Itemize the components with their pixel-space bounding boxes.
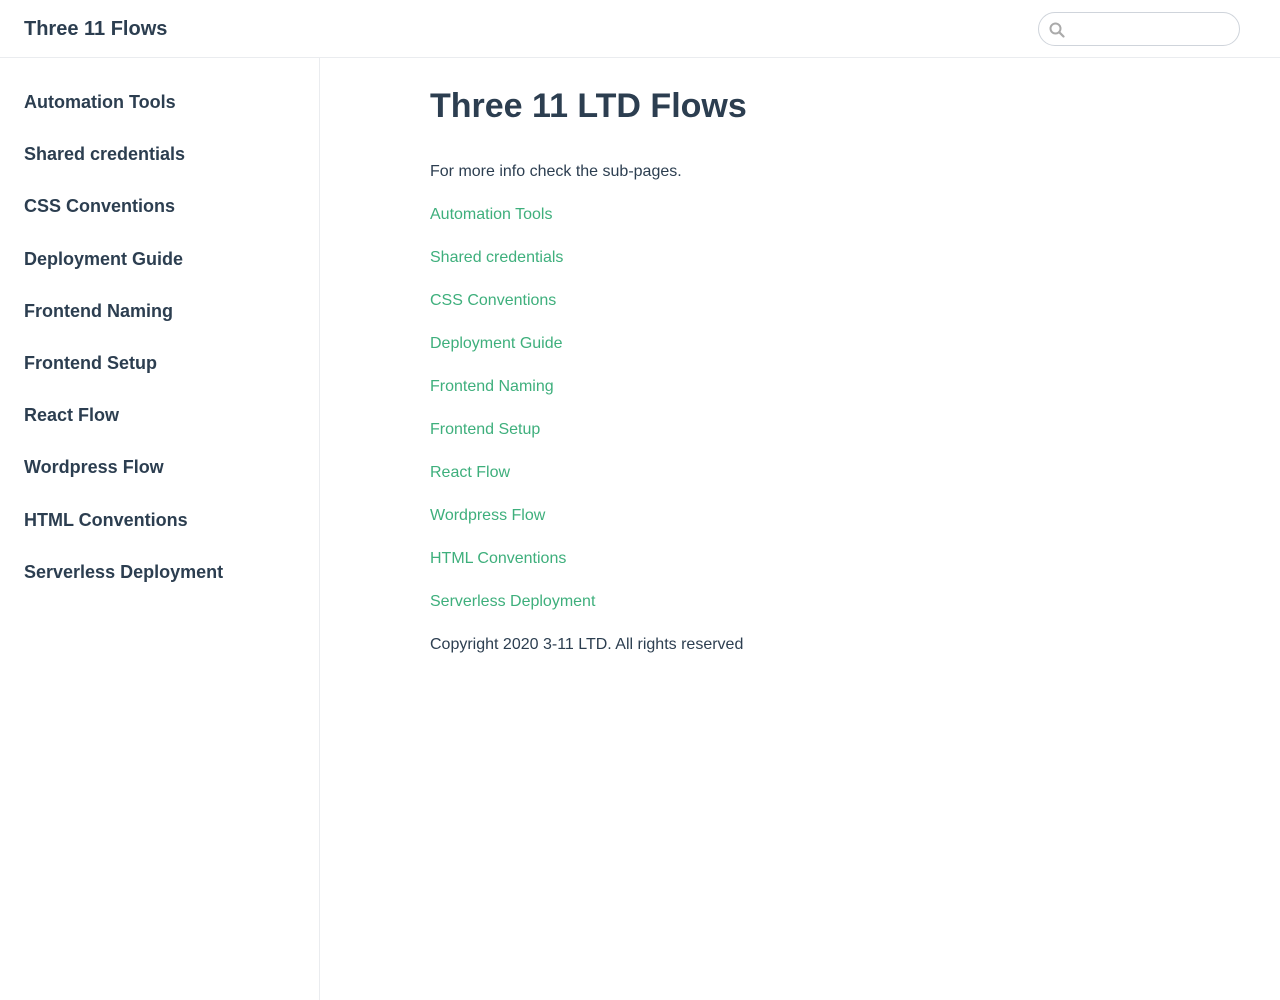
main-content: Three 11 LTD Flows For more info check t…: [320, 58, 1280, 1000]
list-item: Shared credentials: [430, 247, 595, 290]
sidebar-item-shared-credentials[interactable]: Shared credentials: [0, 142, 319, 194]
list-item: Wordpress Flow: [430, 505, 595, 548]
sidebar-item-serverless-deployment[interactable]: Serverless Deployment: [0, 560, 319, 612]
search-box[interactable]: [1038, 12, 1240, 46]
sidebar-item-frontend-naming[interactable]: Frontend Naming: [0, 299, 319, 351]
sidebar-item-html-conventions[interactable]: HTML Conventions: [0, 508, 319, 560]
navbar: Three 11 Flows: [0, 0, 1280, 58]
sidebar-item-frontend-setup[interactable]: Frontend Setup: [0, 351, 319, 403]
sidebar-item-react-flow[interactable]: React Flow: [0, 403, 319, 455]
subpage-links: Automation Tools Shared credentials CSS …: [430, 204, 595, 634]
page-title: Three 11 LTD Flows: [430, 87, 747, 125]
sidebar-list: Automation Tools Shared credentials CSS …: [0, 58, 319, 612]
link-css-conventions[interactable]: CSS Conventions: [430, 292, 556, 309]
link-frontend-setup[interactable]: Frontend Setup: [430, 421, 540, 438]
sidebar-item-wordpress-flow[interactable]: Wordpress Flow: [0, 455, 319, 507]
intro-text: For more info check the sub-pages.: [430, 163, 682, 180]
link-html-conventions[interactable]: HTML Conventions: [430, 550, 566, 567]
list-item: CSS Conventions: [430, 290, 595, 333]
list-item: Automation Tools: [430, 204, 595, 247]
sidebar: Automation Tools Shared credentials CSS …: [0, 58, 320, 1000]
list-item: Serverless Deployment: [430, 591, 595, 634]
copyright-text: Copyright 2020 3-11 LTD. All rights rese…: [430, 636, 744, 653]
list-item: Frontend Naming: [430, 376, 595, 419]
list-item: Deployment Guide: [430, 333, 595, 376]
list-item: Frontend Setup: [430, 419, 595, 462]
link-wordpress-flow[interactable]: Wordpress Flow: [430, 507, 545, 524]
sidebar-item-automation-tools[interactable]: Automation Tools: [0, 90, 319, 142]
list-item: React Flow: [430, 462, 595, 505]
link-automation-tools[interactable]: Automation Tools: [430, 206, 552, 223]
link-deployment-guide[interactable]: Deployment Guide: [430, 335, 563, 352]
link-frontend-naming[interactable]: Frontend Naming: [430, 378, 554, 395]
search-icon: [1049, 22, 1065, 38]
search-input[interactable]: [1071, 17, 1231, 41]
list-item: HTML Conventions: [430, 548, 595, 591]
sidebar-item-deployment-guide[interactable]: Deployment Guide: [0, 247, 319, 299]
site-name-link[interactable]: Three 11 Flows: [24, 16, 167, 42]
link-serverless-deployment[interactable]: Serverless Deployment: [430, 593, 595, 610]
sidebar-item-css-conventions[interactable]: CSS Conventions: [0, 194, 319, 246]
link-shared-credentials[interactable]: Shared credentials: [430, 249, 563, 266]
link-react-flow[interactable]: React Flow: [430, 464, 510, 481]
